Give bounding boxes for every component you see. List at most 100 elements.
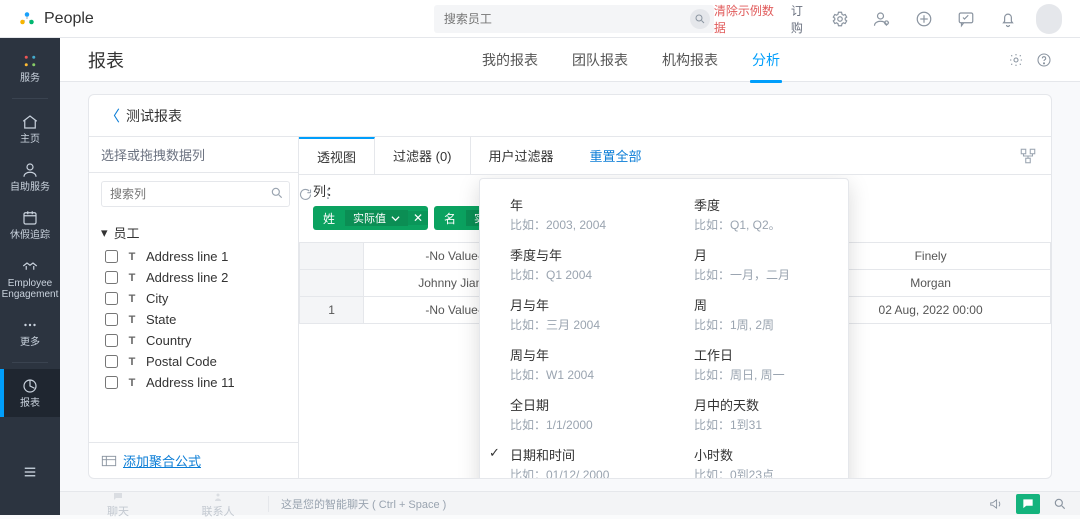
date-format-option[interactable]: 季度与年比如：Q1 2004 [480,239,664,289]
rail-services[interactable]: 服务 [0,44,60,92]
status-label: 聊天 [107,503,129,519]
date-format-option[interactable]: 周与年比如：W1 2004 [480,339,664,389]
field-label: Address line 2 [146,270,228,285]
rail-label: 报表 [20,398,40,409]
field-row[interactable]: TAddress line 11 [101,372,286,393]
ptab-userfilters[interactable]: 用户过滤器 [471,137,572,174]
search-input[interactable] [434,5,714,33]
search-icon[interactable] [1048,494,1072,514]
grid-icon [21,52,39,70]
breadcrumb[interactable]: 〈 测试报表 [89,95,1051,137]
search-icon[interactable] [270,186,284,200]
add-formula-link[interactable]: 添加聚合公式 [123,451,201,470]
rail-reports[interactable]: 报表 [0,369,60,417]
home-icon [21,113,39,131]
date-format-option[interactable]: 月中的天数比如：1到31 [664,389,848,439]
ptab-filters[interactable]: 过滤器 (0) [375,137,471,174]
field-search-input[interactable] [101,181,290,207]
rail-leave[interactable]: 休假追踪 [0,201,60,249]
field-row[interactable]: TCity [101,288,286,309]
tab-orgreports[interactable]: 机构报表 [660,50,720,70]
date-format-option[interactable]: 小时数比如：0到23点 [664,439,848,478]
date-format-option[interactable]: 工作日比如：周日, 周一 [664,339,848,389]
tab-analysis[interactable]: 分析 [750,50,782,70]
tab-myreports[interactable]: 我的报表 [480,50,540,70]
field-checkbox[interactable] [105,376,118,389]
rail-label: 主页 [20,134,40,145]
tree-group-label: 员工 [114,223,140,242]
field-row[interactable]: TAddress line 1 [101,246,286,267]
field-checkbox[interactable] [105,313,118,326]
date-format-option[interactable]: 月与年比如：三月 2004 [480,289,664,339]
ptab-resetall[interactable]: 重置全部 [572,137,660,174]
date-format-option[interactable]: 日期和时间比如：01/12/ 2000 00:00:07 [480,439,664,478]
row-number: 1 [300,297,364,324]
type-icon: T [126,356,138,368]
chat-icon[interactable] [952,3,980,35]
breadcrumb-title: 测试报表 [126,106,182,126]
field-checkbox[interactable] [105,292,118,305]
option-title: 月 [694,245,830,264]
page-title: 报表 [88,47,124,73]
option-title: 月与年 [510,295,646,314]
field-row[interactable]: TPostal Code [101,351,286,372]
brand-name: People [44,10,94,28]
schema-icon[interactable] [1005,147,1051,165]
option-example: 比如：三月 2004 [510,316,646,333]
date-format-option[interactable]: 季度比如：Q1, Q2。 [664,189,848,239]
user-admin-icon[interactable] [868,3,896,35]
date-format-option[interactable]: 全日期比如：1/1/2000 [480,389,664,439]
clear-demo-link[interactable]: 清除示例数据 [714,2,777,36]
column-pill[interactable]: 姓实际值 ✕ [313,206,428,230]
chat-toggle-icon[interactable] [1016,494,1040,514]
field-checkbox[interactable] [105,250,118,263]
gear-icon[interactable] [826,3,854,35]
option-title: 全日期 [510,395,646,414]
plus-icon[interactable] [910,3,938,35]
date-format-option[interactable]: 周比如：1周, 2周 [664,289,848,339]
field-checkbox[interactable] [105,334,118,347]
field-checkbox[interactable] [105,355,118,368]
bell-icon[interactable] [994,3,1022,35]
field-row[interactable]: TAddress line 2 [101,267,286,288]
field-row[interactable]: TState [101,309,286,330]
topbar-actions: 清除示例数据 订购 [714,2,1062,36]
rail-collapse[interactable] [0,455,60,489]
field-label: Address line 1 [146,249,228,264]
help-icon[interactable] [1036,52,1052,68]
date-format-option[interactable]: 月比如：一月，二月 [664,239,848,289]
ptab-pivot[interactable]: 透视图 [299,137,375,174]
rail-selfservice[interactable]: 自助服务 [0,153,60,201]
status-contacts[interactable]: 联系人 [168,489,268,519]
handshake-icon [21,257,39,275]
tree-group-employee[interactable]: ▾ 员工 [101,223,286,242]
person-icon [21,161,39,179]
avatar[interactable] [1036,4,1062,34]
subscribe-link[interactable]: 订购 [791,2,812,36]
more-icon [21,316,39,334]
pivot-pane: 透视图 过滤器 (0) 用户过滤器 重置全部 列： 姓实际值 ✕名实际值 ✕入职… [299,137,1051,478]
option-title: 季度 [694,195,830,214]
pill-remove-icon[interactable]: ✕ [408,211,428,225]
status-chat[interactable]: 聊天 [68,489,168,519]
type-icon: T [126,293,138,305]
rail-more[interactable]: 更多 [0,308,60,356]
field-checkbox[interactable] [105,271,118,284]
announce-icon[interactable] [984,494,1008,514]
page-tabs: 报表 我的报表 团队报表 机构报表 分析 [60,38,1080,82]
pill-name: 名 [434,210,466,227]
option-title: 周与年 [510,345,646,364]
field-label: State [146,312,176,327]
rail-home[interactable]: 主页 [0,105,60,153]
type-icon: T [126,335,138,347]
tabs-gear-icon[interactable] [1008,52,1024,68]
field-row[interactable]: TCountry [101,330,286,351]
search-icon[interactable] [690,9,710,29]
pill-mode[interactable]: 实际值 [345,210,408,226]
option-title: 周 [694,295,830,314]
date-format-option[interactable]: 年比如：2003, 2004 [480,189,664,239]
option-example: 比如：0到23点 [694,466,830,478]
rail-engagement[interactable]: Employee Engagement [0,249,60,308]
date-format-menu: 年比如：2003, 2004季度比如：Q1, Q2。季度与年比如：Q1 2004… [479,178,849,478]
tab-teamreports[interactable]: 团队报表 [570,50,630,70]
